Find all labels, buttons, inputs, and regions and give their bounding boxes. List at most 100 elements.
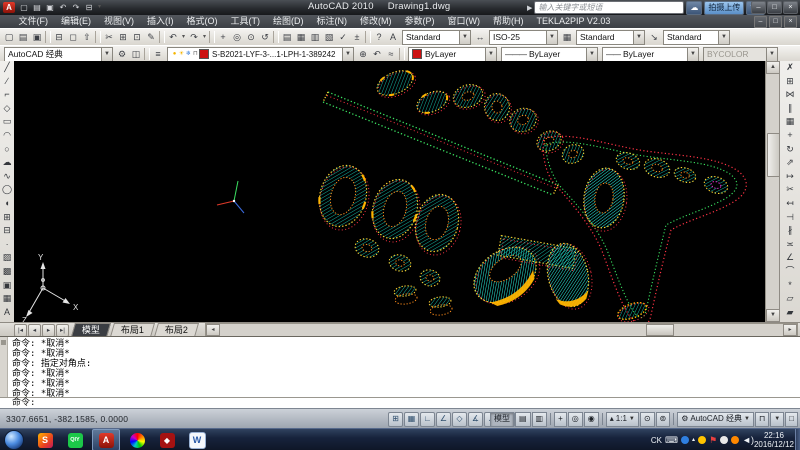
ortho-toggle[interactable]: ∟ (420, 412, 435, 427)
menu-edit[interactable]: 编辑(E) (55, 15, 98, 28)
layer-combo[interactable]: ●☀❄⊓ S-B2021-LYF-3-...1-LPH-1-389242 ▼ (167, 47, 354, 62)
polygon-icon[interactable]: ◇ (1, 102, 14, 116)
break-at-point-icon[interactable]: ⊣ (784, 211, 797, 225)
scroll-down-icon[interactable]: ▼ (766, 309, 780, 322)
help-icon[interactable]: ? (372, 31, 386, 44)
table-style-icon[interactable]: ▦ (560, 31, 574, 44)
open-icon[interactable]: ▤ (16, 31, 30, 44)
chevron-down-icon[interactable]: ▼ (687, 48, 698, 61)
menu-help[interactable]: 帮助(H) (487, 15, 531, 28)
quickcalc-icon[interactable]: ± (350, 31, 364, 44)
taskbar-colorwheel[interactable] (124, 430, 150, 450)
layer-properties-icon[interactable]: ≡ (151, 48, 165, 61)
break-icon[interactable]: ∦ (784, 224, 797, 238)
undo-icon[interactable]: ↶ (166, 31, 180, 44)
pan-icon[interactable]: + (554, 412, 567, 427)
chamfer-icon[interactable]: ∠ (784, 251, 797, 265)
annotation-autoscale-icon[interactable]: ⊚ (656, 412, 671, 427)
status-menu-caret-icon[interactable]: ▼ (770, 412, 784, 427)
menu-insert[interactable]: 插入(I) (141, 15, 181, 28)
fillet-icon[interactable]: ⌒ (784, 265, 797, 279)
move-icon[interactable]: + (784, 129, 797, 143)
copy-icon[interactable]: ⊞ (784, 75, 797, 89)
annotation-visibility-icon[interactable]: ⊙ (640, 412, 655, 427)
dim-style-icon[interactable]: ↔ (473, 31, 487, 44)
ellipse-arc-icon[interactable]: ◖ (1, 197, 14, 211)
mtext-icon[interactable]: A (1, 306, 14, 320)
scroll-left-icon[interactable]: ◂ (206, 324, 220, 336)
zoom-icon[interactable]: ◎ (568, 412, 583, 427)
rotate-icon[interactable]: ↻ (784, 143, 797, 157)
plot-icon[interactable]: ⊟ (83, 2, 95, 13)
spline-icon[interactable]: ∿ (1, 170, 14, 184)
menu-window[interactable]: 窗口(W) (441, 15, 487, 28)
tray-yellow-icon[interactable] (698, 436, 706, 444)
minimize-button[interactable]: – (751, 1, 766, 14)
draw-order-icon[interactable]: ▱ (784, 292, 797, 306)
polar-toggle[interactable]: ∠ (436, 412, 451, 427)
markup-icon[interactable]: ✓ (336, 31, 350, 44)
save-icon[interactable]: ▣ (44, 2, 56, 13)
sheet-set-icon[interactable]: ▧ (322, 31, 336, 44)
tray-orange-icon[interactable] (731, 436, 739, 444)
zoom-previous-icon[interactable]: ↺ (258, 31, 272, 44)
redo-caret-icon[interactable]: ▾ (201, 31, 208, 44)
infocenter-collapse-icon[interactable]: ▶ (527, 4, 532, 12)
doc-restore-button[interactable]: □ (769, 16, 782, 28)
dim-style-combo[interactable]: ISO-25▼ (489, 30, 558, 45)
snap-toggle[interactable]: ⊞ (388, 412, 403, 427)
search-input[interactable]: 输入关键字或短语 (534, 1, 684, 14)
menu-format[interactable]: 格式(O) (180, 15, 224, 28)
make-object-layer-icon[interactable]: ⊕ (356, 48, 370, 61)
mleader-style-icon[interactable]: ↘ (647, 31, 661, 44)
redo-icon[interactable]: ↷ (70, 2, 82, 13)
keyboard-icon[interactable]: ⌨ (665, 435, 678, 445)
table-icon[interactable]: ▦ (1, 292, 14, 306)
explode-icon[interactable]: * (784, 279, 797, 293)
color-combo[interactable]: ByLayer ▼ (408, 47, 497, 62)
cloud-icon[interactable]: ☁ (686, 1, 702, 15)
linetype-combo[interactable]: ——— ByLayer ▼ (501, 47, 598, 62)
scale-icon[interactable]: ⇗ (784, 156, 797, 170)
text-style-combo[interactable]: Standard▼ (402, 30, 471, 45)
text-style-icon[interactable]: A (386, 31, 400, 44)
region-icon[interactable]: ▣ (1, 279, 14, 293)
scrollbar-thumb[interactable] (646, 324, 674, 336)
osnap-toggle[interactable]: ◇ (452, 412, 467, 427)
lineweight-combo[interactable]: —— ByLayer ▼ (602, 47, 699, 62)
close-button[interactable]: × (783, 1, 798, 14)
tab-layout1[interactable]: 布局1 (110, 323, 155, 337)
menu-file[interactable]: 文件(F) (12, 15, 55, 28)
offset-icon[interactable]: ∥ (784, 102, 797, 116)
chevron-down-icon[interactable]: ▼ (485, 48, 496, 61)
arc-icon[interactable]: ◠ (1, 129, 14, 143)
tab-layout2[interactable]: 布局2 (154, 323, 199, 337)
doc-minimize-button[interactable]: – (754, 16, 767, 28)
join-icon[interactable]: ≍ (784, 238, 797, 252)
taskbar-sogou[interactable]: S (32, 430, 58, 450)
tab-model[interactable]: 模型 (71, 323, 111, 337)
menu-tekla2pip[interactable]: TEKLA2PIP V2.03 (530, 15, 617, 28)
bulb-icon[interactable]: ● (171, 48, 178, 61)
ellipse-icon[interactable]: ◯ (1, 183, 14, 197)
chevron-down-icon[interactable]: ▼ (459, 31, 470, 44)
prev-tab-icon[interactable]: ◂ (28, 324, 41, 337)
save-icon[interactable]: ▣ (30, 31, 44, 44)
redo-icon[interactable]: ↷ (187, 31, 201, 44)
horizontal-scrollbar[interactable]: ◂ ▸ (205, 323, 798, 337)
publish-icon[interactable]: ⇧ (80, 31, 94, 44)
taskbar-redapp[interactable]: ◆ (154, 430, 180, 450)
workspace-switching-button[interactable]: ⚙ AutoCAD 经典 ▼ (677, 412, 754, 427)
command-window[interactable]: 命令: *取消* 命令: *取消* 命令: 指定对角点: 命令: *取消* 命令… (0, 336, 800, 409)
chevron-down-icon[interactable]: ▼ (718, 31, 729, 44)
table-style-combo[interactable]: Standard▼ (576, 30, 645, 45)
show-desktop-button[interactable] (795, 429, 800, 450)
copy-icon[interactable]: ⊞ (116, 31, 130, 44)
new-icon[interactable]: ▢ (18, 2, 30, 13)
new-icon[interactable]: ▢ (2, 31, 16, 44)
tray-expand-icon[interactable]: ▴ (692, 435, 695, 445)
insert-block-icon[interactable]: ⊞ (1, 211, 14, 225)
properties-icon[interactable]: ▤ (280, 31, 294, 44)
revision-cloud-icon[interactable]: ☁ (1, 156, 14, 170)
menu-modify[interactable]: 修改(M) (354, 15, 399, 28)
